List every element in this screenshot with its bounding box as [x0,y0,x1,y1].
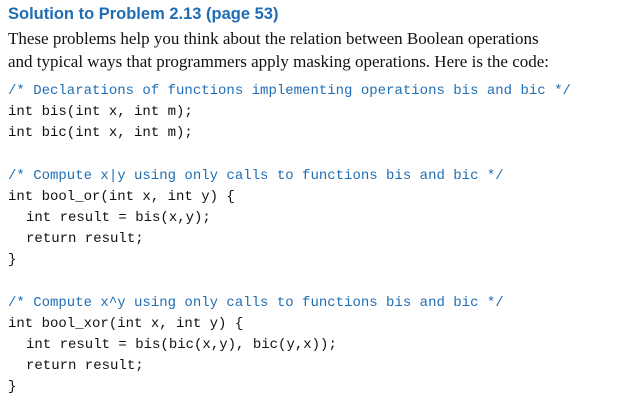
code-line: int result = bis(x,y); [26,210,211,226]
code-line: return result; [26,358,144,374]
paragraph-line: These problems help you think about the … [8,29,539,48]
code-comment: /* Declarations of functions implementin… [8,83,571,99]
code-line: int bis(int x, int m); [8,104,193,120]
closing-brace: } [8,379,17,395]
document-page: Solution to Problem 2.13 (page 53) These… [8,3,628,398]
function-signature: int bool_or(int x, int y) { [8,189,235,205]
code-listing: /* Declarations of functions implementin… [8,81,628,398]
closing-brace: } [8,252,17,268]
code-line: int bic(int x, int m); [8,125,193,141]
code-line: return result; [26,231,144,247]
function-signature: int bool_xor(int x, int y) { [8,316,244,332]
code-comment: /* Compute x^y using only calls to funct… [8,295,504,311]
code-line: int result = bis(bic(x,y), bic(y,x)); [26,337,337,353]
code-comment: /* Compute x|y using only calls to funct… [8,168,504,184]
solution-heading: Solution to Problem 2.13 (page 53) [8,5,279,23]
intro-paragraph: These problems help you think about the … [8,27,628,73]
paragraph-line: and typical ways that programmers apply … [8,52,550,71]
